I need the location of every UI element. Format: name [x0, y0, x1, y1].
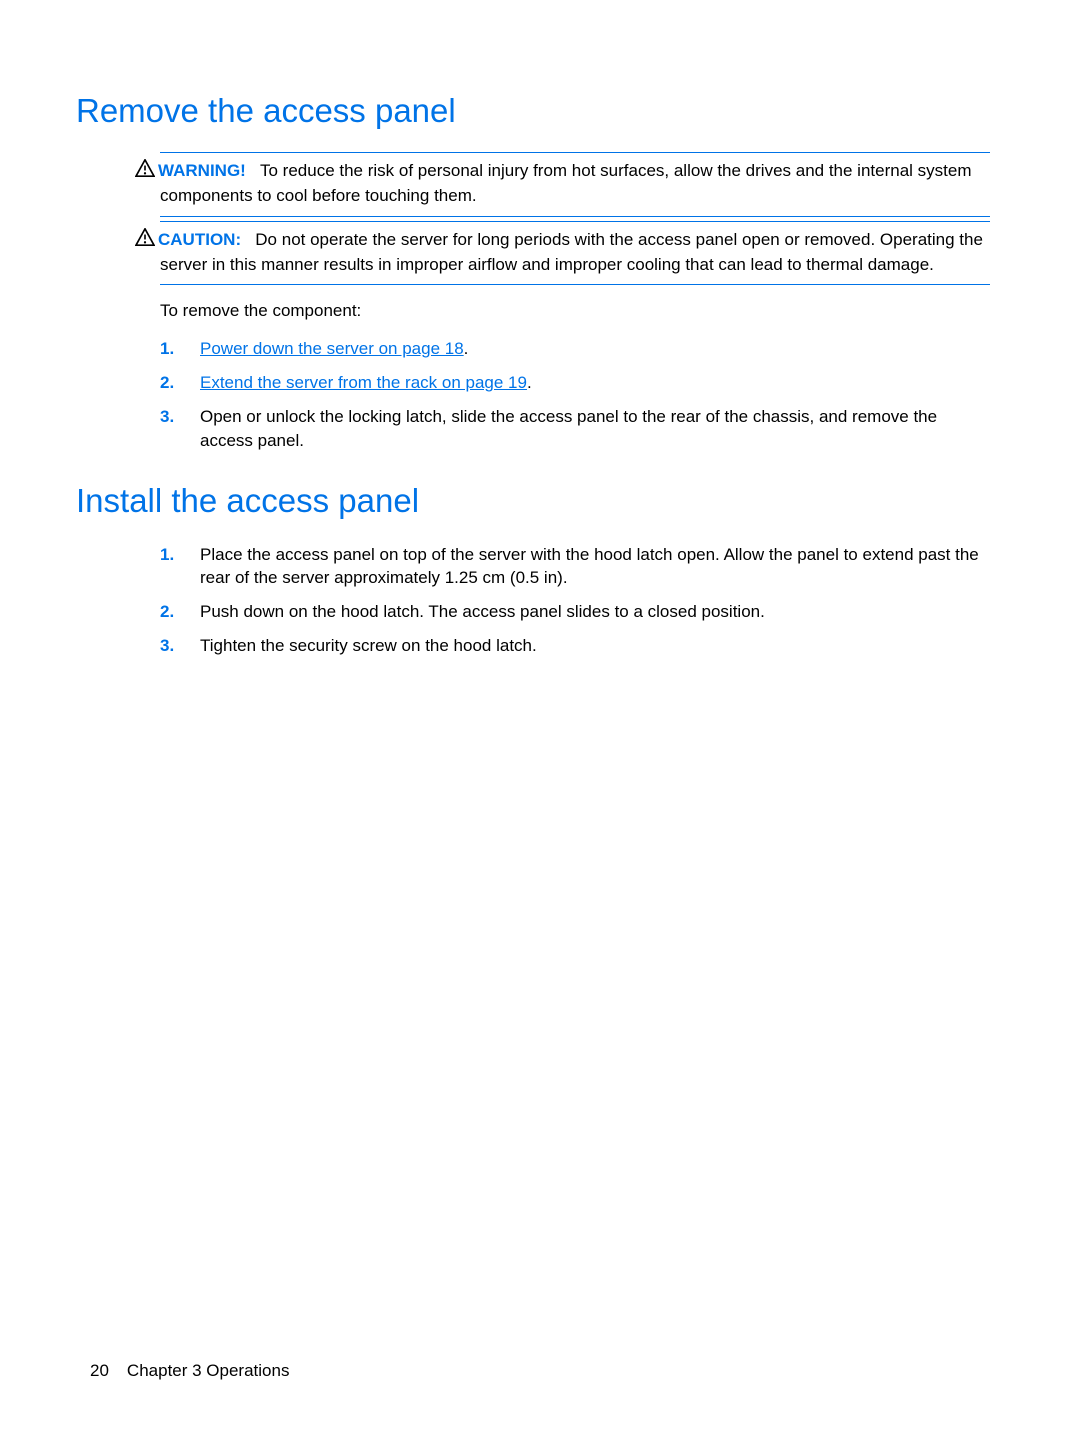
warning-label: WARNING!: [158, 161, 246, 180]
step-number: 2.: [160, 371, 200, 395]
list-item: 2. Push down on the hood latch. The acce…: [160, 600, 990, 624]
chapter-label: Chapter 3 Operations: [127, 1361, 290, 1380]
step-content: Push down on the hood latch. The access …: [200, 600, 990, 624]
caution-label: CAUTION:: [158, 230, 241, 249]
step-suffix: .: [464, 339, 469, 358]
warning-text: To reduce the risk of personal injury fr…: [160, 161, 972, 205]
step-number: 1.: [160, 543, 200, 591]
warning-icon: [135, 159, 155, 184]
step-content: Extend the server from the rack on page …: [200, 371, 990, 395]
step-content: Power down the server on page 18.: [200, 337, 990, 361]
step-number: 2.: [160, 600, 200, 624]
install-steps-list: 1. Place the access panel on top of the …: [160, 543, 990, 658]
step-number: 3.: [160, 634, 200, 658]
page-footer: 20 Chapter 3 Operations: [90, 1359, 289, 1383]
remove-intro: To remove the component:: [160, 299, 990, 323]
list-item: 1. Power down the server on page 18.: [160, 337, 990, 361]
section-heading-install: Install the access panel: [76, 478, 990, 524]
caution-box: CAUTION: Do not operate the server for l…: [160, 221, 990, 286]
list-item: 2. Extend the server from the rack on pa…: [160, 371, 990, 395]
remove-steps-list: 1. Power down the server on page 18. 2. …: [160, 337, 990, 452]
caution-icon: [135, 228, 155, 253]
list-item: 3. Tighten the security screw on the hoo…: [160, 634, 990, 658]
step-number: 3.: [160, 405, 200, 453]
caution-text: Do not operate the server for long perio…: [160, 230, 983, 274]
step-suffix: .: [527, 373, 532, 392]
step-content: Tighten the security screw on the hood l…: [200, 634, 990, 658]
list-item: 3. Open or unlock the locking latch, sli…: [160, 405, 990, 453]
step-content: Open or unlock the locking latch, slide …: [200, 405, 990, 453]
extend-server-link[interactable]: Extend the server from the rack on page …: [200, 373, 527, 392]
list-item: 1. Place the access panel on top of the …: [160, 543, 990, 591]
power-down-link[interactable]: Power down the server on page 18: [200, 339, 464, 358]
step-content: Place the access panel on top of the ser…: [200, 543, 990, 591]
page-number: 20: [90, 1359, 109, 1383]
step-number: 1.: [160, 337, 200, 361]
warning-box: WARNING! To reduce the risk of personal …: [160, 152, 990, 217]
section-heading-remove: Remove the access panel: [76, 88, 990, 134]
